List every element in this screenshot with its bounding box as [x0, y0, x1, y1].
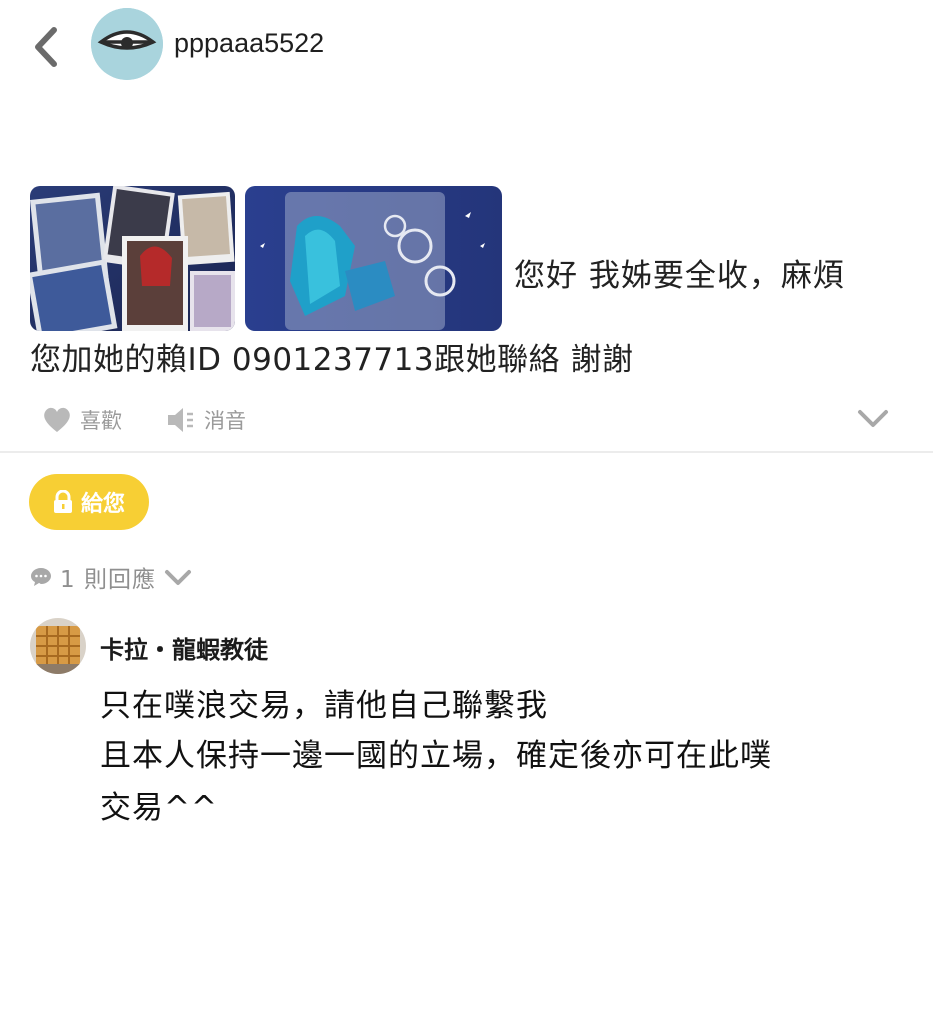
avatar[interactable]	[91, 8, 163, 80]
like-label: 喜歡	[80, 409, 122, 433]
eye-avatar-icon	[91, 8, 163, 80]
post-text-line-2: 您加她的賴ID 0901237713跟她聯絡 謝謝	[30, 342, 634, 378]
mute-label: 消音	[204, 409, 246, 433]
comment-line-3: 交易^^	[100, 790, 218, 826]
responses-toggle[interactable]: 1 則回應	[30, 560, 192, 594]
mute-button[interactable]: 消音	[166, 403, 246, 437]
commenter-name[interactable]: 卡拉・龍蝦教徒	[100, 630, 268, 665]
speech-bubble-icon	[31, 568, 51, 586]
back-button[interactable]	[30, 26, 64, 68]
responses-label: 1 則回應	[60, 567, 156, 593]
waffle-avatar-icon	[30, 618, 86, 674]
comment-line-1: 只在噗浪交易，請他自己聯繫我	[100, 688, 548, 724]
comment-line-2: 且本人保持一邊一國的立場，確定後亦可在此噗	[100, 738, 772, 774]
chevron-down-icon	[164, 570, 191, 585]
expand-button[interactable]	[856, 404, 890, 432]
chevron-down-icon	[858, 410, 888, 427]
divider	[0, 451, 933, 453]
like-button[interactable]: 喜歡	[42, 403, 122, 437]
username[interactable]: pppaaa5522	[174, 28, 324, 59]
commenter-avatar[interactable]	[30, 618, 86, 674]
heart-icon	[44, 407, 70, 432]
unlock-label: 給您	[80, 492, 125, 517]
acrylic-keychain-image[interactable]	[245, 186, 502, 331]
unlock-button[interactable]: 給您	[29, 474, 149, 530]
post-text-line-1: 您好 我姊要全收，麻煩	[514, 258, 845, 294]
speaker-mute-icon	[168, 408, 193, 432]
chevron-left-icon	[35, 27, 57, 67]
lock-icon	[53, 490, 72, 513]
photo-cards-image[interactable]	[30, 186, 235, 331]
